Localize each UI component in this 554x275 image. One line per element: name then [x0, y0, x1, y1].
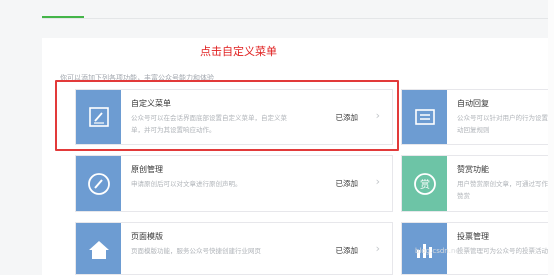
card-status: 已添加 [335, 246, 359, 255]
chevron-right-icon[interactable]: › [376, 242, 380, 255]
top-band [0, 0, 554, 38]
svg-text:赏: 赏 [420, 179, 430, 191]
compass-icon [76, 156, 121, 211]
card-title: 投票管理 [457, 232, 489, 241]
card-desc: 申请原创后可以对文章进行原创声明。 [131, 180, 242, 188]
highlight-box [55, 80, 399, 151]
active-tab-indicator[interactable] [42, 16, 84, 18]
annotation-text: 点击自定义菜单 [200, 45, 277, 58]
card-desc: 用户赞赏原创文章，可通过写作，公众号赞赏 [457, 180, 554, 200]
plugin-card-original[interactable]: 原创管理 申请原创后可以对文章进行原创声明。 已添加 › [75, 155, 393, 212]
scroll-edge [548, 0, 554, 275]
card-desc: 投票管理可为公众号的投票活动 [457, 247, 548, 255]
card-desc: 公众号可以针对用户的行为设置相应的自动回复规则 [457, 114, 554, 134]
list-icon [402, 90, 447, 144]
tab-rule [42, 18, 554, 19]
plugin-card-auto-reply[interactable]: 自动回复 公众号可以针对用户的行为设置相应的自动回复规则 [401, 89, 554, 145]
chevron-right-icon[interactable]: › [376, 175, 380, 188]
card-title: 自动回复 [457, 99, 489, 108]
card-title: 赞赏功能 [457, 165, 489, 174]
house-icon [76, 223, 121, 274]
card-title: 原创管理 [131, 165, 163, 174]
appreciate-icon: 赏 [402, 156, 447, 211]
plugin-card-page-template[interactable]: 页面模版 页面模版功能，服务公众号快捷创建行业网页 已添加 › [75, 222, 393, 275]
card-title: 页面模版 [131, 232, 163, 241]
card-desc: 页面模版功能，服务公众号快捷创建行业网页 [131, 247, 261, 255]
plugin-card-appreciate[interactable]: 赏 赞赏功能 用户赞赏原创文章，可通过写作，公众号赞赏 [401, 155, 554, 212]
card-status: 已添加 [335, 179, 359, 188]
watermark: blog.csdn.net [415, 247, 463, 255]
